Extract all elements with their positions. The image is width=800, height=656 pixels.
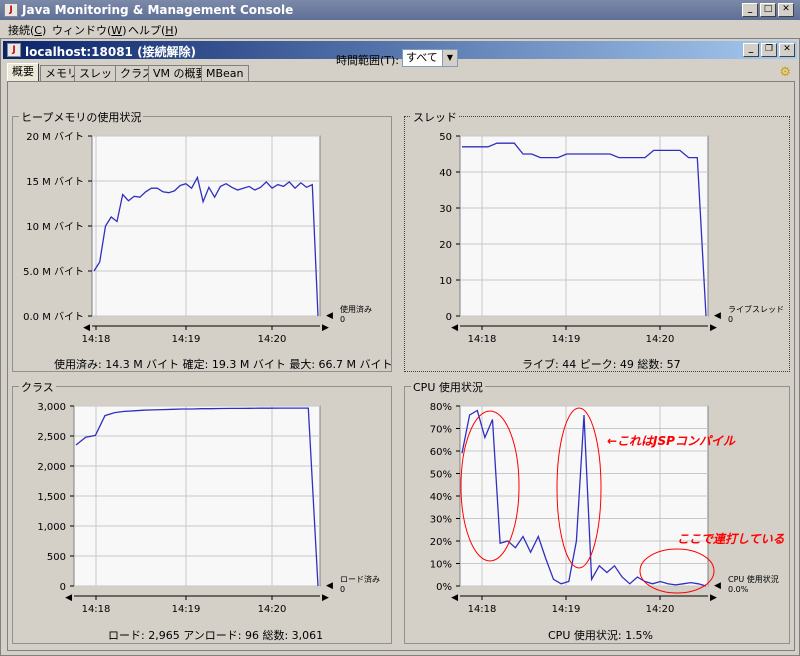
x-tick-label: 14:18 [468,604,497,615]
x-tick-label: 14:18 [82,604,111,615]
legend-marker: ◀ [714,311,721,321]
axis-arrow-right: ▶ [710,593,717,603]
y-tick-label: 50% [430,470,452,481]
y-tick-label: 30% [430,515,452,526]
y-tick-label: 1,500 [37,492,66,503]
x-tick-label: 14:20 [258,604,287,615]
y-tick-label: 40% [430,492,452,503]
y-tick-label: 2,500 [37,432,66,443]
axis-arrow-left: ◀ [65,593,72,603]
legend-label: CPU 使用状況 [728,574,779,584]
y-tick-label: 0 [446,312,452,323]
legend-value: 0.0% [728,585,749,594]
annotation-repeat: ここで連打している [677,532,785,546]
x-tick-label: 14:20 [646,604,675,615]
y-tick-label: 10% [430,560,452,571]
y-tick-label: 0% [436,582,452,593]
x-tick-label: 14:19 [172,334,201,345]
legend-value: 0 [340,585,345,594]
y-tick-label: 0 [60,582,66,593]
axis-arrow-left: ◀ [451,323,458,333]
x-tick-label: 14:20 [258,334,287,345]
plot-area [459,135,709,317]
y-tick-label: 10 [439,276,452,287]
y-tick-label: 10 M バイト [26,221,84,233]
axis-arrow-right: ▶ [322,593,329,603]
y-tick-label: 15 M バイト [26,176,84,188]
legend-marker: ◀ [326,311,333,321]
x-tick-label: 14:18 [468,334,497,345]
x-tick-label: 14:19 [172,604,201,615]
y-tick-label: 70% [430,425,452,436]
axis-arrow-right: ▶ [322,323,329,333]
y-tick-label: 60% [430,447,452,458]
legend-marker: ◀ [326,581,333,591]
y-tick-label: 80% [430,402,452,413]
y-tick-label: 30 [439,204,452,215]
annotation-jsp: ←これはJSPコンパイル [607,434,735,448]
y-tick-label: 500 [47,552,66,563]
legend-marker: ◀ [714,581,721,591]
x-tick-label: 14:18 [82,334,111,345]
y-tick-label: 2,000 [37,462,66,473]
y-tick-label: 0.0 M バイト [23,311,84,323]
charts-canvas: 0.0 M バイト 5.0 M バイト 10 M バイト 15 M バイト 20 M バ… [23,131,784,615]
legend-label: ライブスレッド [728,304,784,314]
legend-value: 0 [340,315,345,324]
legend-value: 0 [728,315,733,324]
x-tick-label: 14:20 [646,334,675,345]
x-tick-label: 14:19 [552,334,581,345]
axis-arrow-right: ▶ [710,323,717,333]
y-tick-label: 50 [439,132,452,143]
legend-label: ロード済み [340,574,380,584]
y-tick-label: 20 [439,240,452,251]
axis-arrow-left: ◀ [83,323,90,333]
y-tick-label: 40 [439,168,452,179]
y-tick-label: 20 M バイト [26,131,84,143]
y-tick-label: 5.0 M バイト [23,266,84,278]
axis-arrow-left: ◀ [451,593,458,603]
legend-label: 使用済み [340,304,372,314]
y-tick-label: 1,000 [37,522,66,533]
y-tick-label: 3,000 [37,402,66,413]
y-tick-label: 20% [430,537,452,548]
x-tick-label: 14:19 [552,604,581,615]
